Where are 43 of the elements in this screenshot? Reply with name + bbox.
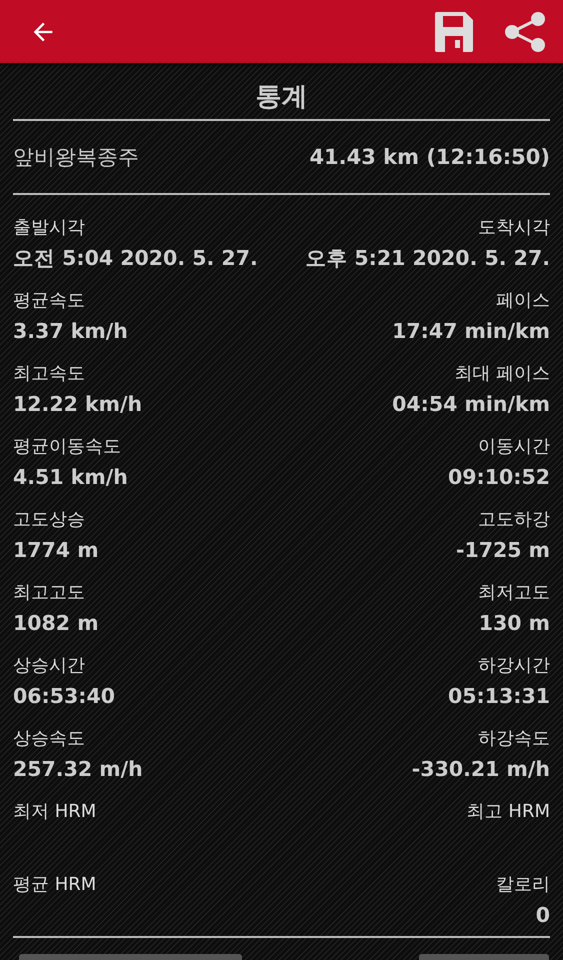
stat-label: 도착시각 — [478, 216, 550, 240]
stat-label: 최고고도 — [13, 581, 86, 605]
share-button[interactable] — [504, 12, 546, 52]
stat-value: 09:10:52 — [448, 464, 550, 491]
stat-value: 1774 m — [13, 537, 100, 564]
stat-label: 최고 HRM — [466, 800, 550, 824]
distance-time-value: 41.43 km (12:16:50) — [309, 145, 550, 169]
save-button[interactable] — [435, 12, 473, 52]
stat-value: 17:47 min/km — [392, 318, 550, 345]
stat-label: 하강속도 — [478, 727, 550, 751]
stat-value: 257.32 m/h — [13, 756, 144, 783]
stat-value: 04:54 min/km — [392, 391, 550, 418]
stat-value: 3.37 km/h — [13, 318, 129, 345]
stat-label: 최저 HRM — [13, 800, 98, 824]
stat-label: 하강시간 — [478, 654, 550, 678]
stat-value: 1082 m — [13, 610, 100, 637]
stat-label: 고도하강 — [478, 508, 550, 532]
stat-label: 출발시각 — [13, 216, 86, 240]
stat-value: 오전 5:04 2020. 5. 27. — [13, 245, 259, 272]
stat-value: 오후 5:21 2020. 5. 27. — [305, 245, 550, 272]
stat-label: 최대 페이스 — [454, 362, 550, 386]
stat-label: 평균 HRM — [13, 873, 98, 897]
stat-value: -1725 m — [456, 537, 550, 564]
stat-label: 최고속도 — [13, 362, 86, 386]
route-name: 앞비왕복종주 — [13, 144, 139, 171]
stat-value: 12.22 km/h — [13, 391, 144, 418]
screen-title: 통계 — [256, 80, 308, 114]
stat-label: 상승속도 — [13, 727, 86, 751]
stat-value: 06:53:40 — [13, 683, 116, 710]
stat-label: 페이스 — [496, 289, 550, 313]
stat-label: 상승시간 — [13, 654, 86, 678]
stat-label: 평균속도 — [13, 289, 86, 313]
stat-value: 05:13:31 — [448, 683, 550, 710]
stat-label: 칼로리 — [496, 873, 550, 897]
stat-label: 최저고도 — [478, 581, 550, 605]
stat-value: -330.21 m/h — [412, 756, 550, 783]
stat-value: 130 m — [478, 610, 550, 637]
stat-label: 이동시간 — [478, 435, 550, 459]
stat-value: 4.51 km/h — [13, 464, 129, 491]
share-icon — [504, 12, 546, 52]
stat-label: 평균이동속도 — [13, 435, 122, 459]
stat-label: 고도상승 — [13, 508, 86, 532]
stat-value: 0 — [536, 902, 550, 929]
